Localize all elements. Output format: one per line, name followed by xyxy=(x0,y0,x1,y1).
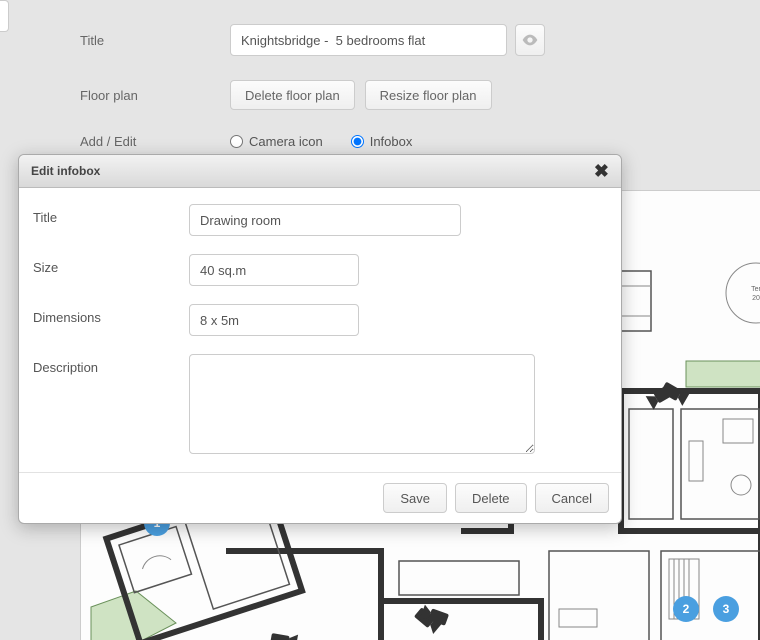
save-button[interactable]: Save xyxy=(383,483,447,513)
infobox-title-input[interactable] xyxy=(189,204,461,236)
infobox-size-input[interactable] xyxy=(189,254,359,286)
edit-infobox-dialog: Edit infobox ✖ Title Size Dimensions Des… xyxy=(18,154,622,524)
addedit-label: Add / Edit xyxy=(80,134,230,149)
svg-text:2: 2 xyxy=(683,602,690,616)
radio-infobox-input[interactable] xyxy=(351,135,364,148)
property-form: Title Floor plan Delete floor plan Resiz… xyxy=(80,24,720,149)
radio-infobox-label: Infobox xyxy=(370,134,413,149)
infobox-dimensions-label: Dimensions xyxy=(33,304,189,336)
radio-camera-icon[interactable]: Camera icon xyxy=(230,134,323,149)
svg-text:Ter: Ter xyxy=(751,286,760,293)
delete-floorplan-button[interactable]: Delete floor plan xyxy=(230,80,355,110)
close-icon[interactable]: ✖ xyxy=(594,162,609,180)
svg-text:3: 3 xyxy=(723,602,730,616)
infobox-size-label: Size xyxy=(33,254,189,286)
cancel-button[interactable]: Cancel xyxy=(535,483,609,513)
delete-button[interactable]: Delete xyxy=(455,483,527,513)
title-label: Title xyxy=(80,33,230,48)
radio-camera-label: Camera icon xyxy=(249,134,323,149)
infobox-dimensions-input[interactable] xyxy=(189,304,359,336)
floorplan-label: Floor plan xyxy=(80,88,230,103)
infobox-description-label: Description xyxy=(33,354,189,454)
dialog-title: Edit infobox xyxy=(31,164,594,178)
resize-floorplan-button[interactable]: Resize floor plan xyxy=(365,80,492,110)
svg-text:20: 20 xyxy=(752,295,760,302)
radio-infobox[interactable]: Infobox xyxy=(351,134,413,149)
radio-camera-input[interactable] xyxy=(230,135,243,148)
eye-icon xyxy=(522,34,538,46)
title-input[interactable] xyxy=(230,24,507,56)
infobox-description-input[interactable] xyxy=(189,354,535,454)
side-tab-stub[interactable] xyxy=(0,0,9,32)
dialog-header[interactable]: Edit infobox ✖ xyxy=(19,155,621,188)
infobox-title-label: Title xyxy=(33,204,189,236)
visibility-toggle[interactable] xyxy=(515,24,545,56)
